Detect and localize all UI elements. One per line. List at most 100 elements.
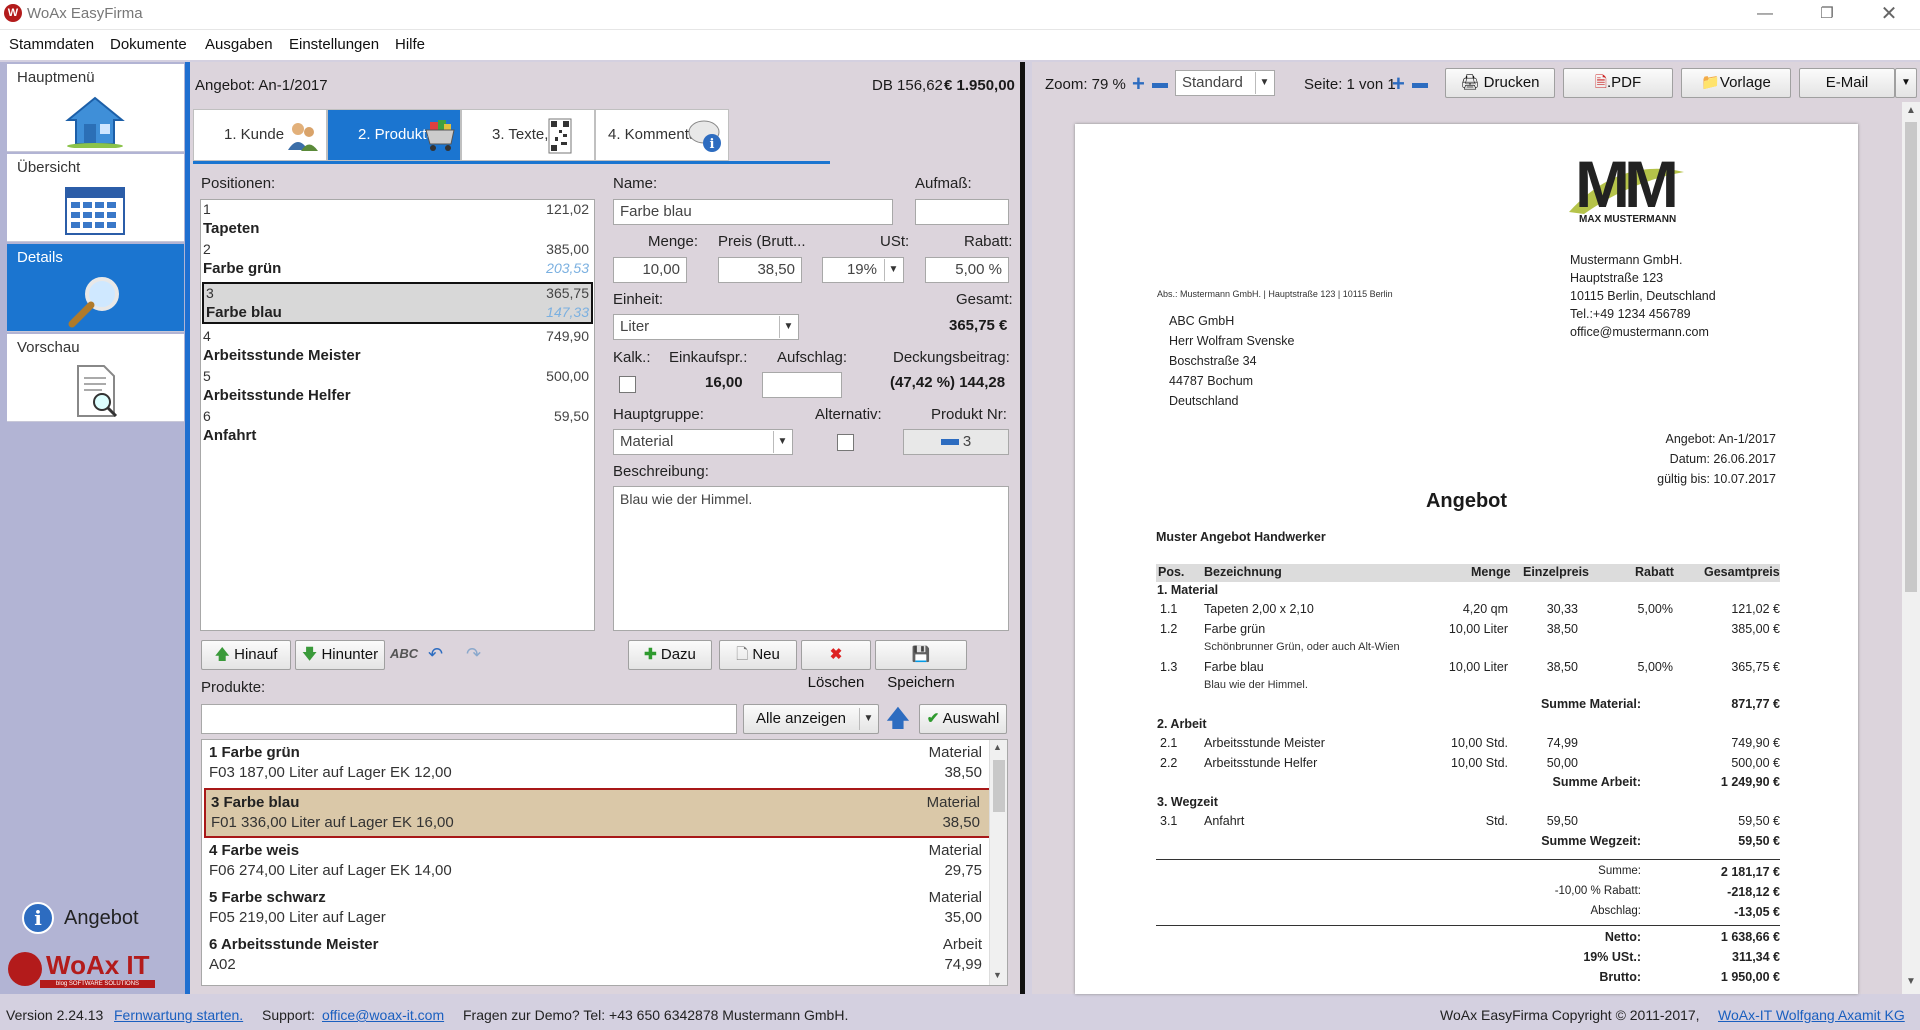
aufschlag-field[interactable]	[762, 372, 842, 398]
ust-select[interactable]: 19% ▼	[822, 257, 904, 283]
list-item[interactable]: 6 59,50 Anfahrt	[201, 407, 591, 447]
produktnr-field[interactable]: 3	[903, 429, 1009, 455]
scrollbar[interactable]: ▲ ▼	[989, 740, 1007, 985]
restore-icon[interactable]: ❐	[1804, 0, 1850, 30]
filter-value: Alle anzeigen	[755, 710, 847, 727]
hinunter-button[interactable]: 🡇 Hinunter	[295, 640, 385, 670]
nav-details[interactable]: Details	[7, 244, 184, 332]
calendar-icon	[65, 187, 125, 235]
vorlage-button[interactable]: 📁Vorlage	[1681, 68, 1791, 98]
product-search-input[interactable]	[201, 704, 737, 734]
redo-icon[interactable]: ↷	[466, 644, 481, 665]
positions-list[interactable]: 1 121,02 Tapeten 2 385,00 Farbe grün 203,53…	[200, 199, 595, 631]
list-item[interactable]: 4 749,90 Arbeitsstunde Meister	[201, 327, 591, 367]
spellcheck-icon[interactable]: ABC	[390, 646, 418, 661]
scroll-down-icon[interactable]: ▼	[1906, 976, 1916, 987]
cell-einzelpreis: 30,33	[1546, 602, 1578, 616]
list-item-selected[interactable]: 3 Farbe blau Material F01 336,00 Liter au…	[204, 788, 994, 838]
undo-icon[interactable]: ↶	[428, 644, 443, 665]
menu-ausgaben[interactable]: Ausgaben	[203, 30, 275, 60]
arrow-up-icon[interactable]: 🡅	[883, 704, 913, 734]
beschreibung-textarea[interactable]: Blau wie der Himmel.	[613, 486, 1009, 631]
alternativ-checkbox[interactable]	[837, 434, 854, 451]
email-dropdown-icon[interactable]: ▼	[1895, 68, 1917, 98]
scroll-up-icon[interactable]: ▲	[993, 742, 1002, 752]
prev-page-icon[interactable]	[1412, 83, 1428, 88]
folder-icon: 📁	[1701, 74, 1720, 91]
chevron-down-icon: ▼	[773, 431, 791, 453]
list-item[interactable]: 4 Farbe weis Material F06 274,00 Liter au…	[204, 838, 994, 886]
zoom-out-icon[interactable]	[1152, 83, 1168, 88]
name-field[interactable]: Farbe blau	[613, 199, 893, 225]
list-item[interactable]: 6 Arbeitsstunde Meister Arbeit A02 74,99	[204, 932, 994, 980]
tab-texte[interactable]: 3. Texte, ...	[461, 109, 595, 161]
aufmass-field[interactable]	[915, 199, 1009, 225]
product-details: F03 187,00 Liter auf Lager EK 12,00	[209, 764, 452, 781]
list-item[interactable]: 1 Farbe grün Material F03 187,00 Liter au…	[204, 740, 994, 788]
template-select[interactable]: Standard ▼	[1175, 70, 1275, 96]
pdf-button[interactable]: 🗎.PDF	[1563, 68, 1673, 98]
menu-stammdaten[interactable]: Stammdaten	[7, 30, 96, 60]
product-list[interactable]: 1 Farbe grün Material F03 187,00 Liter au…	[201, 739, 1008, 986]
auswahl-button[interactable]: ✔ Auswahl	[919, 704, 1007, 734]
list-item[interactable]: 5 500,00 Arbeitsstunde Helfer	[201, 367, 591, 407]
einkaufspreis-label: Einkaufspr.:	[669, 349, 748, 366]
email-button[interactable]: E-Mail	[1799, 68, 1895, 98]
speichern-button[interactable]: 💾 Speichern	[875, 640, 967, 691]
gesamt-label: Gesamt:	[956, 291, 1013, 308]
next-page-icon[interactable]: +	[1392, 73, 1405, 95]
nav-hauptmenue[interactable]: Hauptmenü	[7, 64, 184, 152]
einheit-select[interactable]: Liter ▼	[613, 314, 799, 340]
tab-produkte[interactable]: 2. Produkte	[327, 109, 461, 161]
close-icon[interactable]: ✕	[1866, 0, 1912, 30]
tab-kunde[interactable]: 1. Kunde	[193, 109, 327, 161]
list-item[interactable]: 5 Farbe schwarz Material F05 219,00 Liter…	[204, 885, 994, 933]
pos-value: 59,50	[553, 408, 589, 424]
preis-field[interactable]: 38,50	[718, 257, 802, 283]
print-button[interactable]: 🖨 Drucken	[1445, 68, 1555, 98]
button-label: Hinauf	[234, 646, 278, 663]
company-address: Mustermann GmbH. Hauptstraße 123 10115 B…	[1570, 251, 1716, 341]
new-document-icon: 🗋	[736, 646, 749, 663]
company-link[interactable]: WoAx-IT Wolfgang Axamit KG	[1718, 1000, 1905, 1030]
pos-name: Arbeitsstunde Helfer	[203, 387, 351, 404]
hinauf-button[interactable]: 🡅 Hinauf	[201, 640, 291, 670]
kalk-checkbox[interactable]	[619, 376, 636, 393]
loeschen-button[interactable]: ✖ Löschen	[801, 640, 871, 691]
einkaufspreis-value: 16,00	[705, 374, 743, 391]
address-line: Mustermann GmbH.	[1570, 253, 1683, 267]
remote-support-link[interactable]: Fernwartung starten.	[114, 1000, 243, 1030]
menu-hilfe[interactable]: Hilfe	[393, 30, 427, 60]
nav-vorschau[interactable]: Vorschau	[7, 334, 184, 422]
subtotal-value: 871,77 €	[1731, 697, 1780, 711]
list-item-selected[interactable]: 3 365,75 Farbe blau 147,33	[202, 282, 593, 324]
discount-value: -218,12 €	[1727, 885, 1780, 899]
checkmark-icon: ✔	[926, 710, 940, 727]
group-heading: 1. Material	[1157, 583, 1219, 597]
scroll-down-icon[interactable]: ▼	[993, 970, 1002, 980]
list-item[interactable]: 1 121,02 Tapeten	[201, 200, 591, 240]
list-item[interactable]: 2 385,00 Farbe grün 203,53	[201, 240, 591, 280]
hauptgruppe-select[interactable]: Material ▼	[613, 429, 793, 455]
menge-field[interactable]: 10,00	[613, 257, 687, 283]
product-title: 5 Farbe schwarz	[209, 889, 326, 906]
menu-einstellungen[interactable]: Einstellungen	[287, 30, 381, 60]
menu-dokumente[interactable]: Dokumente	[108, 30, 189, 60]
support-email-link[interactable]: office@woax-it.com	[322, 1000, 444, 1030]
dazu-button[interactable]: ✚ Dazu	[628, 640, 712, 670]
preview-scrollbar[interactable]: ▲ ▼	[1902, 102, 1920, 994]
logo-letters: MM	[1575, 147, 1679, 221]
zoom-in-icon[interactable]: +	[1132, 73, 1145, 95]
minimize-icon[interactable]: —	[1742, 0, 1788, 30]
neu-button[interactable]: 🗋 Neu	[719, 640, 797, 670]
scroll-up-icon[interactable]: ▲	[1906, 105, 1916, 116]
nav-uebersicht[interactable]: Übersicht	[7, 154, 184, 242]
scrollbar-thumb[interactable]	[1905, 122, 1917, 592]
discount-label: -10,00 % Rabatt:	[1554, 885, 1641, 897]
rabatt-field[interactable]: 5,00 %	[925, 257, 1009, 283]
tab-kommentar[interactable]: 4. Kommentar i	[595, 109, 729, 161]
group-heading: 2. Arbeit	[1157, 717, 1207, 731]
total-label: Summe:	[1598, 865, 1641, 877]
scrollbar-thumb[interactable]	[993, 760, 1005, 812]
filter-select[interactable]: Alle anzeigen ▼	[743, 704, 879, 734]
